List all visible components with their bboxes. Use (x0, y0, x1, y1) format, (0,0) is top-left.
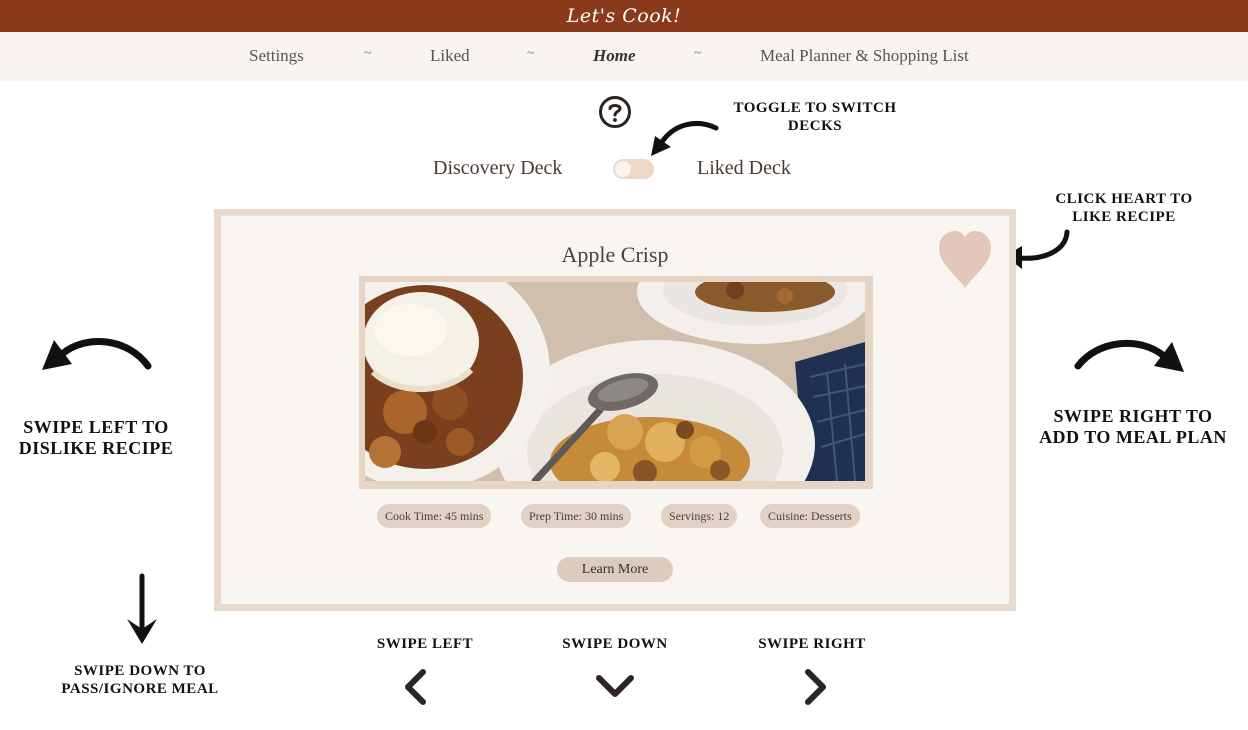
cook-time-badge: Cook Time: 45 mins (377, 504, 492, 528)
nav-separator: ~ (364, 46, 372, 61)
swipe-down-hint-text: SWIPE DOWN TO PASS/IGNORE MEAL (61, 663, 219, 697)
swipe-right-label: SWIPE RIGHT (758, 636, 866, 652)
nav-meal-planner[interactable]: Meal Planner & Shopping List (760, 46, 969, 66)
curved-arrow-right-icon (1074, 339, 1184, 372)
toggle-hint-text: TOGGLE TO SWITCH DECKS (733, 100, 897, 134)
heart-icon[interactable] (937, 230, 993, 290)
liked-deck-label[interactable]: Liked Deck (697, 157, 791, 180)
swipe-down-label: SWIPE DOWN (562, 636, 668, 652)
chevron-down-icon[interactable] (594, 672, 636, 700)
toggle-knob (615, 161, 631, 177)
recipe-card[interactable]: Apple Crisp Cook Time: 45 mins Prep Time… (214, 209, 1016, 611)
app-logo[interactable]: Let's Cook! (567, 5, 682, 27)
curved-arrow-icon (651, 121, 719, 156)
arrow-down-icon (127, 573, 157, 644)
question-circle-icon[interactable] (598, 95, 632, 129)
recipe-photo (365, 282, 865, 481)
recipe-title: Apple Crisp (561, 242, 669, 267)
swipe-left-label: SWIPE LEFT (376, 636, 474, 652)
discovery-deck-label[interactable]: Discovery Deck (433, 157, 562, 180)
app-header: Let's Cook! (0, 0, 1248, 32)
nav-home[interactable]: Home (593, 46, 636, 66)
servings-badge: Servings: 12 (661, 504, 738, 528)
nav-liked[interactable]: Liked (430, 46, 470, 66)
learn-more-button[interactable]: Learn More (557, 557, 673, 582)
chevron-left-icon[interactable] (400, 668, 430, 706)
nav-separator: ~ (527, 46, 535, 61)
nav-settings[interactable]: Settings (249, 46, 304, 66)
nav-separator: ~ (694, 46, 702, 61)
curved-arrow-left-icon (42, 338, 152, 370)
heart-hint-text: CLICK HEART TO LIKE RECIPE (1055, 191, 1193, 225)
swipe-left-hint-text: SWIPE LEFT TO DISLIKE RECIPE (18, 417, 174, 458)
chevron-right-icon[interactable] (801, 668, 831, 706)
cuisine-badge: Cuisine: Desserts (760, 504, 860, 528)
deck-toggle-switch[interactable] (613, 159, 654, 179)
recipe-photo-frame (359, 276, 873, 489)
main-nav: Settings ~ Liked ~ Home ~ Meal Planner &… (0, 32, 1248, 81)
swipe-right-hint-text: SWIPE RIGHT TO ADD TO MEAL PLAN (1039, 406, 1227, 447)
prep-time-badge: Prep Time: 30 mins (521, 504, 632, 528)
